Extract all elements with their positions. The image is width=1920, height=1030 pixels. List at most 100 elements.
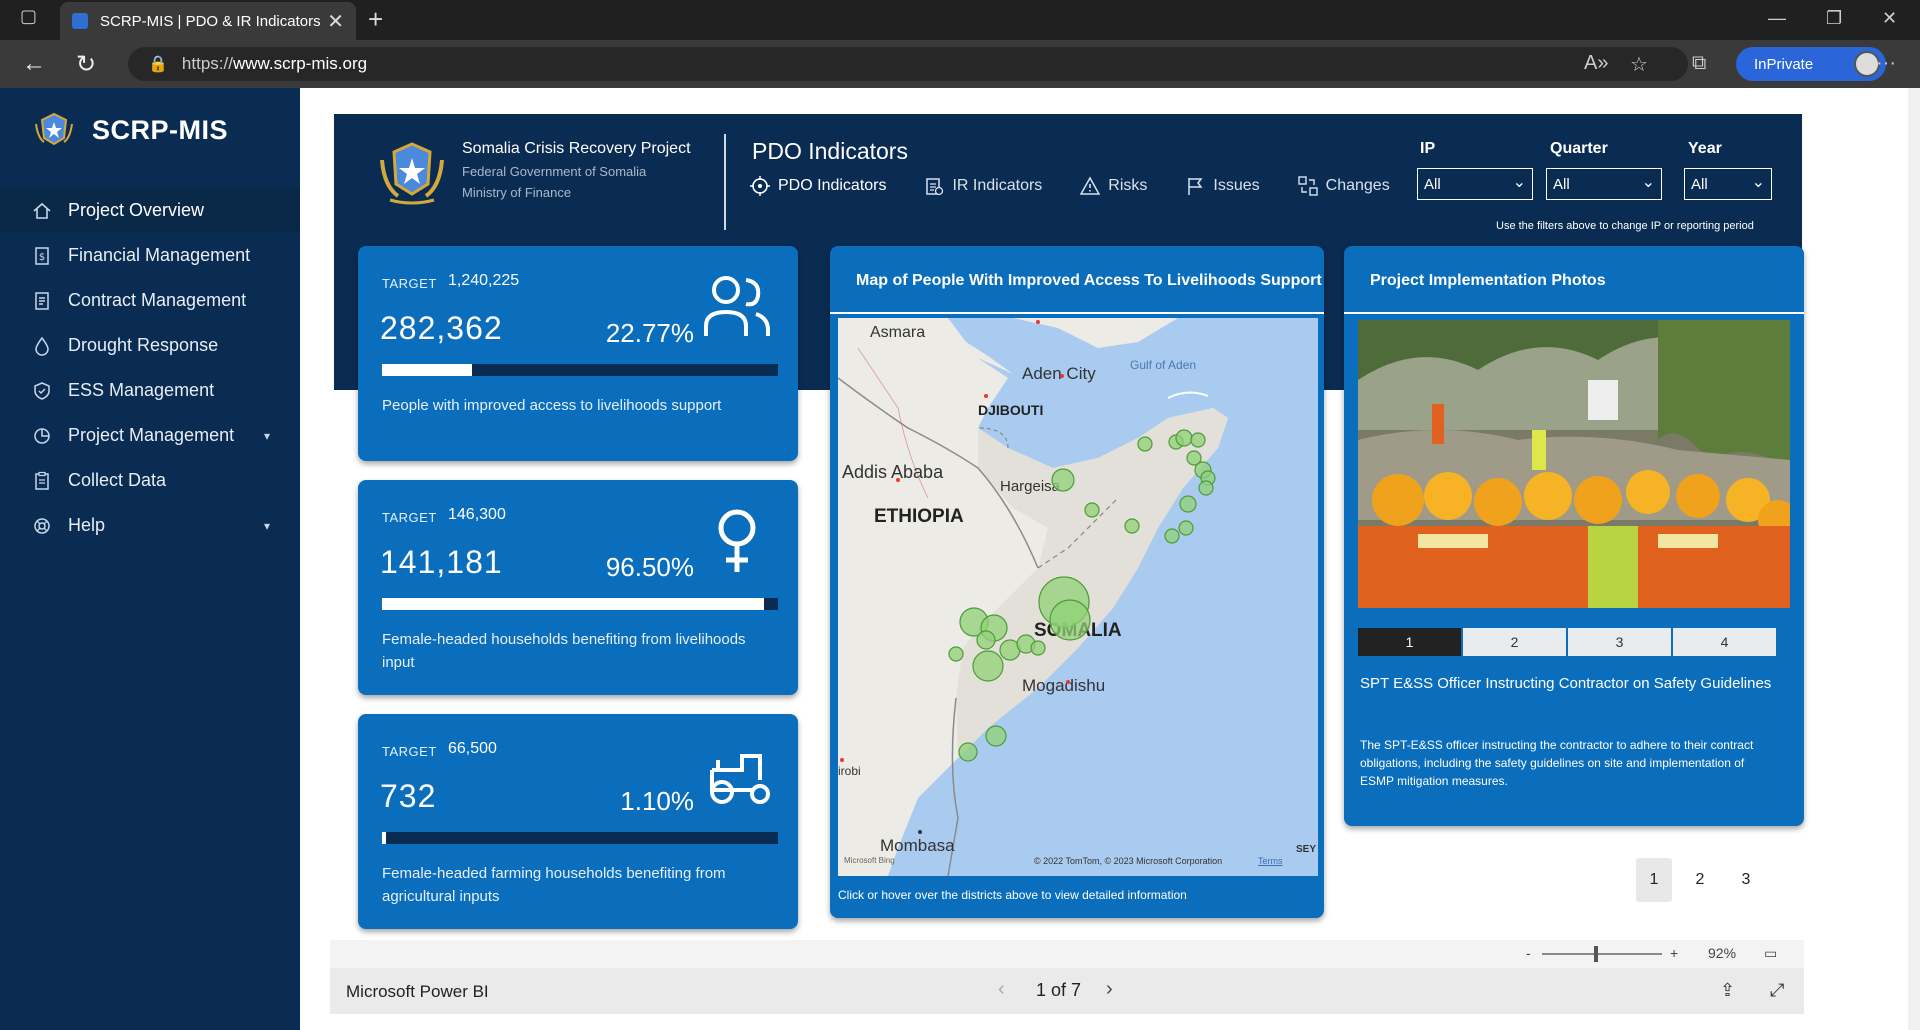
filter-hint: Use the filters above to change IP or re… <box>1496 220 1754 232</box>
page-scrollbar[interactable] <box>1908 88 1920 1030</box>
zoom-slider-thumb[interactable] <box>1594 946 1598 962</box>
kpi-description: People with improved access to livelihoo… <box>382 397 722 414</box>
tab-label: IR Indicators <box>952 177 1043 194</box>
kpi-card-livelihoods[interactable]: TARGET 1,240,225 282,362 22.77% People w… <box>358 246 798 461</box>
kpi-card-farming-households[interactable]: TARGET 66,500 732 1.10% Female-headed fa… <box>358 714 798 929</box>
district-bubble <box>976 630 996 650</box>
more-menu-icon[interactable]: ··· <box>1876 52 1896 75</box>
female-icon <box>718 509 756 572</box>
progress-fill <box>382 598 765 610</box>
map-footer: Click or hover over the districts above … <box>838 888 1187 902</box>
sidebar-item-contract-management[interactable]: Contract Management <box>0 278 300 323</box>
favorite-icon[interactable]: ☆ <box>1630 52 1648 77</box>
minimize-icon[interactable]: — <box>1768 8 1786 29</box>
tab-pdo-indicators[interactable]: PDO Indicators <box>750 176 886 196</box>
district-bubble <box>1175 429 1193 447</box>
map-terms-link[interactable]: Terms <box>1258 856 1283 866</box>
fullscreen-icon[interactable]: ⤢ <box>1770 980 1784 1001</box>
fit-to-page-icon[interactable]: ▭ <box>1764 945 1777 962</box>
district-bubbles[interactable] <box>838 318 1318 876</box>
sidebar-item-ess-management[interactable]: ESS Management <box>0 368 300 413</box>
close-window-icon[interactable]: ✕ <box>1882 8 1897 29</box>
tab-ir-indicators[interactable]: IR Indicators <box>924 176 1042 196</box>
map-card: Map of People With Improved Access To Li… <box>830 246 1324 918</box>
chevron-down-icon: ⌄ <box>1751 174 1765 191</box>
report-nav-tabs: PDO Indicators IR Indicators Risks Issue… <box>750 176 1428 196</box>
chevron-down-icon[interactable]: ▾ <box>264 429 270 443</box>
tractor-icon <box>710 754 770 804</box>
photos-card: Project Implementation Photos 1 2 3 4 SP… <box>1344 246 1804 826</box>
powerbi-brand[interactable]: Microsoft Power BI <box>346 982 489 1002</box>
photo-page-button[interactable]: 2 <box>1463 628 1566 656</box>
progress-bar <box>382 832 778 844</box>
previous-page-icon[interactable]: ‹ <box>998 978 1005 1001</box>
restore-icon[interactable]: ❐ <box>1826 8 1842 29</box>
sidebar-item-financial-management[interactable]: $ Financial Management <box>0 233 300 278</box>
zoom-slider[interactable] <box>1542 953 1662 955</box>
photo-page-button[interactable]: 1 <box>1358 628 1461 656</box>
district-bubble <box>1198 480 1214 496</box>
back-icon[interactable]: ← <box>22 50 46 78</box>
sidebar-item-project-overview[interactable]: Project Overview <box>0 188 300 233</box>
inprivate-button[interactable]: InPrivate <box>1736 47 1886 81</box>
tab-risks[interactable]: Risks <box>1080 176 1147 196</box>
next-page-icon[interactable]: › <box>1106 978 1113 1001</box>
close-tab-icon[interactable]: ✕ <box>327 9 344 34</box>
sidebar-item-drought-response[interactable]: Drought Response <box>0 323 300 368</box>
share-icon[interactable]: ⇪ <box>1720 980 1735 1001</box>
read-aloud-icon[interactable]: A» <box>1584 52 1608 75</box>
page-indicator: 1 of 7 <box>1036 980 1082 1000</box>
filter-quarter-select[interactable]: All ⌄ <box>1546 168 1662 200</box>
photo-pager: 1 2 3 4 <box>1358 628 1778 656</box>
sidebar-item-label: Financial Management <box>68 245 251 265</box>
browser-toolbar: ← ↻ 🔒 https:// www.scrp-mis.org A» ☆ ⧉ I… <box>0 40 1920 88</box>
district-bubble <box>1051 468 1075 492</box>
sidebar-item-project-management[interactable]: Project Management ▾ <box>0 413 300 458</box>
kpi-description: Female-headed farming households benefit… <box>382 865 726 905</box>
tab-actions-icon[interactable]: ▢ <box>20 6 37 27</box>
site-favicon-icon <box>72 13 88 29</box>
home-icon <box>32 201 52 221</box>
brand[interactable]: SCRP-MIS <box>34 110 228 150</box>
filter-year-select[interactable]: All ⌄ <box>1684 168 1772 200</box>
new-tab-icon[interactable]: + <box>368 4 383 35</box>
filter-value: All <box>1691 175 1708 193</box>
district-bubble <box>1178 520 1194 536</box>
district-bubble <box>1137 436 1153 452</box>
photos-title: Project Implementation Photos <box>1370 272 1606 289</box>
collections-icon[interactable]: ⧉ <box>1692 52 1706 75</box>
zoom-out-button[interactable]: - <box>1526 945 1531 961</box>
tab-changes[interactable]: Changes <box>1297 176 1390 196</box>
page-number-button[interactable]: 1 <box>1636 858 1672 902</box>
district-bubble <box>1049 599 1091 641</box>
warning-icon <box>1080 176 1101 196</box>
browser-tab-bar: ▢ SCRP-MIS | PDO & IR Indicators ✕ + — ❐… <box>0 0 1920 40</box>
sidebar-menu: Project Overview $ Financial Management … <box>0 188 300 548</box>
page-number-button[interactable]: 3 <box>1728 858 1764 902</box>
dollar-doc-icon: $ <box>32 246 52 266</box>
somalia-map[interactable]: Asmara Aden City Gulf of Aden DJIBOUTI A… <box>838 318 1318 876</box>
page-number-button[interactable]: 2 <box>1682 858 1718 902</box>
address-bar[interactable]: 🔒 https:// www.scrp-mis.org <box>128 47 1688 81</box>
browser-tab[interactable]: SCRP-MIS | PDO & IR Indicators ✕ <box>60 2 356 40</box>
refresh-icon[interactable]: ↻ <box>76 50 96 79</box>
tab-title: SCRP-MIS | PDO & IR Indicators <box>100 12 321 30</box>
sidebar-item-collect-data[interactable]: Collect Data <box>0 458 300 503</box>
filter-ip-select[interactable]: All ⌄ <box>1417 168 1533 200</box>
tab-issues[interactable]: Issues <box>1185 176 1260 196</box>
people-icon <box>704 276 770 336</box>
sidebar-item-label: ESS Management <box>68 380 215 400</box>
sidebar: SCRP-MIS Project Overview $ Financial Ma… <box>0 88 300 1030</box>
kpi-percent: 22.77% <box>605 318 694 348</box>
district-bubble <box>1164 528 1180 544</box>
kpi-card-female-households[interactable]: TARGET 146,300 141,181 96.50% Female-hea… <box>358 480 798 695</box>
chevron-down-icon[interactable]: ▾ <box>264 519 270 533</box>
photo-page-button[interactable]: 3 <box>1568 628 1671 656</box>
district-bubble <box>972 650 1004 682</box>
zoom-in-button[interactable]: + <box>1670 945 1678 961</box>
photo-page-button[interactable]: 4 <box>1673 628 1776 656</box>
lifebuoy-icon <box>32 516 52 536</box>
sidebar-item-help[interactable]: Help ▾ <box>0 503 300 548</box>
progress-fill <box>382 364 473 376</box>
chevron-down-icon: ⌄ <box>1512 174 1526 191</box>
